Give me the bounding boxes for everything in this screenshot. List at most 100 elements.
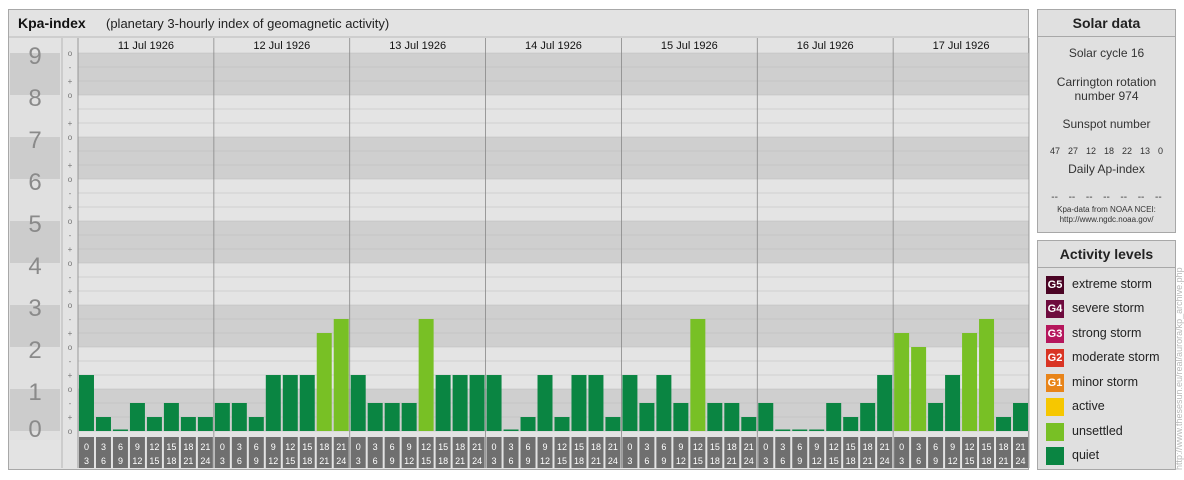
interval-end-label: 24	[472, 456, 482, 466]
plot-band	[78, 305, 1029, 347]
interval-start-label: 9	[678, 442, 683, 452]
legend-label: severe storm	[1072, 301, 1145, 315]
kp-bar	[537, 375, 553, 431]
interval-end-label: 15	[829, 456, 839, 466]
sunspot-values: 47 27 12 18 22 13 0	[1038, 146, 1175, 156]
interval-start-label: 9	[135, 442, 140, 452]
interval-start-label: 0	[84, 442, 89, 452]
interval-start-label: 21	[200, 442, 210, 452]
interval-start-label: 12	[693, 442, 703, 452]
interval-end-label: 24	[200, 456, 210, 466]
interval-start-label: 12	[557, 442, 567, 452]
kp-bar	[112, 429, 128, 431]
interval-start-label: 12	[285, 442, 295, 452]
interval-start-label: 18	[183, 442, 193, 452]
solar-data-heading: Solar data	[1038, 10, 1175, 37]
y-minor-mark: o	[68, 49, 73, 58]
g5-badge: G5	[1046, 276, 1064, 294]
kp-bar	[180, 417, 196, 431]
interval-end-label: 18	[982, 456, 992, 466]
y-minor-mark: -	[69, 357, 72, 366]
interval-end-label: 21	[319, 456, 329, 466]
interval-start-label: 3	[916, 442, 921, 452]
interval-end-label: 9	[526, 456, 531, 466]
unsettled-swatch	[1046, 423, 1064, 441]
sunspot-value: 13	[1139, 146, 1150, 156]
interval-end-label: 12	[268, 456, 278, 466]
legend-label: active	[1072, 399, 1105, 413]
sunspot-value: 18	[1103, 146, 1114, 156]
interval-start-label: 15	[846, 442, 856, 452]
interval-start-label: 12	[965, 442, 975, 452]
y-minor-mark: -	[69, 63, 72, 72]
interval-end-label: 9	[661, 456, 666, 466]
interval-start-label: 6	[933, 442, 938, 452]
kp-bar	[129, 402, 145, 431]
y-minor-mark: +	[68, 329, 73, 338]
kp-bar	[741, 417, 757, 431]
interval-start-label: 3	[101, 442, 106, 452]
y-minor-mark: +	[68, 203, 73, 212]
y-minor-mark: +	[68, 371, 73, 380]
day-header: 17 Jul 1926	[933, 40, 990, 52]
interval-start-label: 9	[407, 442, 412, 452]
kp-bar	[486, 375, 502, 431]
plot-band	[78, 137, 1029, 179]
y-minor-mark: o	[68, 385, 73, 394]
day-header: 14 Jul 1926	[525, 40, 582, 52]
sunspot-value: 27	[1067, 146, 1078, 156]
kp-bar	[894, 333, 910, 431]
interval-end-label: 9	[933, 456, 938, 466]
legend-label: unsettled	[1072, 424, 1123, 438]
interval-end-label: 3	[220, 456, 225, 466]
interval-start-label: 0	[763, 442, 768, 452]
interval-start-label: 3	[237, 442, 242, 452]
active-swatch	[1046, 398, 1064, 416]
interval-start-label: 21	[472, 442, 482, 452]
day-header: 15 Jul 1926	[661, 40, 718, 52]
plot-band	[78, 221, 1029, 263]
interval-start-label: 15	[710, 442, 720, 452]
interval-end-label: 21	[183, 456, 193, 466]
interval-end-label: 12	[812, 456, 822, 466]
interval-end-label: 12	[404, 456, 414, 466]
plot-band	[78, 179, 1029, 221]
y-minor-mark: +	[68, 161, 73, 170]
interval-end-label: 3	[356, 456, 361, 466]
interval-end-label: 15	[965, 456, 975, 466]
interval-start-label: 9	[543, 442, 548, 452]
interval-end-label: 6	[644, 456, 649, 466]
y-minor-mark: +	[68, 119, 73, 128]
kp-bar	[605, 417, 621, 431]
kp-bar	[146, 417, 162, 431]
interval-start-label: 6	[118, 442, 123, 452]
kp-bar	[231, 402, 247, 431]
interval-start-label: 15	[982, 442, 992, 452]
kp-bar	[945, 375, 961, 431]
interval-start-label: 21	[880, 442, 890, 452]
interval-start-label: 9	[271, 442, 276, 452]
y-minor-mark: -	[69, 315, 72, 324]
interval-end-label: 15	[421, 456, 431, 466]
interval-end-label: 9	[390, 456, 395, 466]
activity-levels-panel: Activity levels G5 extreme storm G4 seve…	[1037, 240, 1176, 470]
g1-badge: G1	[1046, 374, 1064, 392]
interval-end-label: 15	[285, 456, 295, 466]
interval-start-label: 6	[661, 442, 666, 452]
day-header: 12 Jul 1926	[253, 40, 310, 52]
kp-bar	[214, 402, 230, 431]
y-minor-mark: o	[68, 175, 73, 184]
kp-bar	[435, 375, 451, 431]
source-watermark: http://www.thesesun.eu/real/aurora/kp_ar…	[1174, 267, 1184, 470]
kp-bar	[384, 402, 400, 431]
ap-index-values: -- -- -- -- -- -- --	[1038, 192, 1175, 203]
kpa-bar-chart: 0123456789o+-o+-o+-o+-o+-o+-o+-o+-o+-o11…	[8, 36, 1030, 468]
kp-bar	[911, 347, 927, 431]
interval-end-label: 6	[509, 456, 514, 466]
interval-start-label: 6	[390, 442, 395, 452]
y-minor-mark: o	[68, 427, 73, 436]
interval-end-label: 15	[149, 456, 159, 466]
interval-start-label: 18	[727, 442, 737, 452]
y-tick-label: 5	[28, 211, 41, 238]
interval-end-label: 3	[899, 456, 904, 466]
